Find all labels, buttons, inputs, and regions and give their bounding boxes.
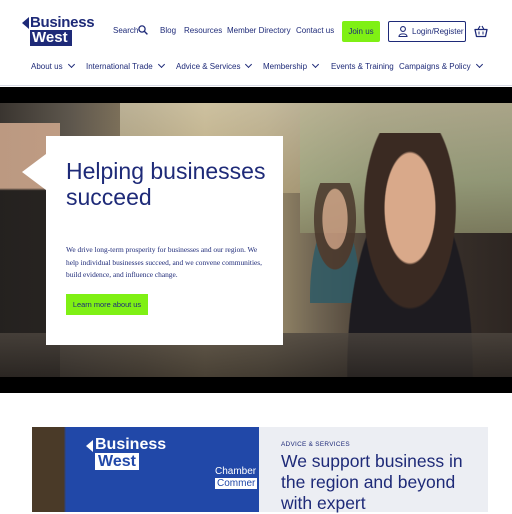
banner-logo-line-1: Business [95, 436, 167, 453]
hero-card-notch [22, 154, 46, 190]
hero-description: We drive long-term prosperity for busine… [66, 245, 263, 280]
nav-events-training-label: Events & Training [331, 62, 394, 71]
contact-link[interactable]: Contact us [296, 26, 334, 35]
nav-divider [0, 85, 512, 86]
chamber-line-1: Chamber [215, 466, 257, 477]
chevron-down-icon [67, 60, 75, 69]
nav-about-us[interactable]: About us [31, 60, 75, 71]
section-eyebrow: ADVICE & SERVICES [281, 441, 350, 448]
nav-membership-label: Membership [263, 62, 308, 71]
resources-link[interactable]: Resources [184, 26, 222, 35]
basket-icon[interactable] [474, 25, 488, 38]
chamber-banner-text: Chamber Commer [215, 466, 258, 489]
chamber-line-2: Commer [215, 478, 258, 489]
logo-arrow-icon [22, 17, 29, 29]
nav-about-us-label: About us [31, 62, 63, 71]
banner-arrow-icon [86, 440, 93, 452]
chevron-down-icon [245, 60, 253, 69]
banner-logo-line-2: West [95, 453, 139, 470]
nav-international-trade[interactable]: International Trade [86, 60, 165, 71]
search-link[interactable]: Search [113, 26, 138, 35]
member-directory-link[interactable]: Member Directory [227, 26, 291, 35]
nav-campaigns-policy[interactable]: Campaigns & Policy [399, 60, 483, 71]
business-west-logo[interactable]: Business West [22, 15, 95, 46]
section-title: We support business in the region and be… [281, 451, 463, 513]
nav-campaigns-policy-label: Campaigns & Policy [399, 62, 471, 71]
user-icon [398, 26, 408, 37]
chevron-down-icon [311, 60, 320, 69]
learn-more-button[interactable]: Learn more about us [66, 294, 148, 315]
nav-international-trade-label: International Trade [86, 62, 153, 71]
nav-advice-services[interactable]: Advice & Services [176, 60, 253, 71]
chevron-down-icon [475, 60, 483, 69]
search-icon[interactable] [138, 25, 148, 35]
nav-membership[interactable]: Membership [263, 60, 320, 71]
login-register-label: Login/Register [412, 27, 464, 36]
blog-link[interactable]: Blog [160, 26, 176, 35]
chevron-down-icon [157, 60, 165, 69]
nav-advice-services-label: Advice & Services [176, 62, 241, 71]
hero-title: Helping businesses succeed [66, 158, 266, 210]
login-register-button[interactable]: Login/Register [388, 21, 466, 42]
nav-events-training[interactable]: Events & Training [331, 62, 394, 71]
logo-line-2: West [30, 30, 72, 46]
join-us-button[interactable]: Join us [342, 21, 380, 42]
